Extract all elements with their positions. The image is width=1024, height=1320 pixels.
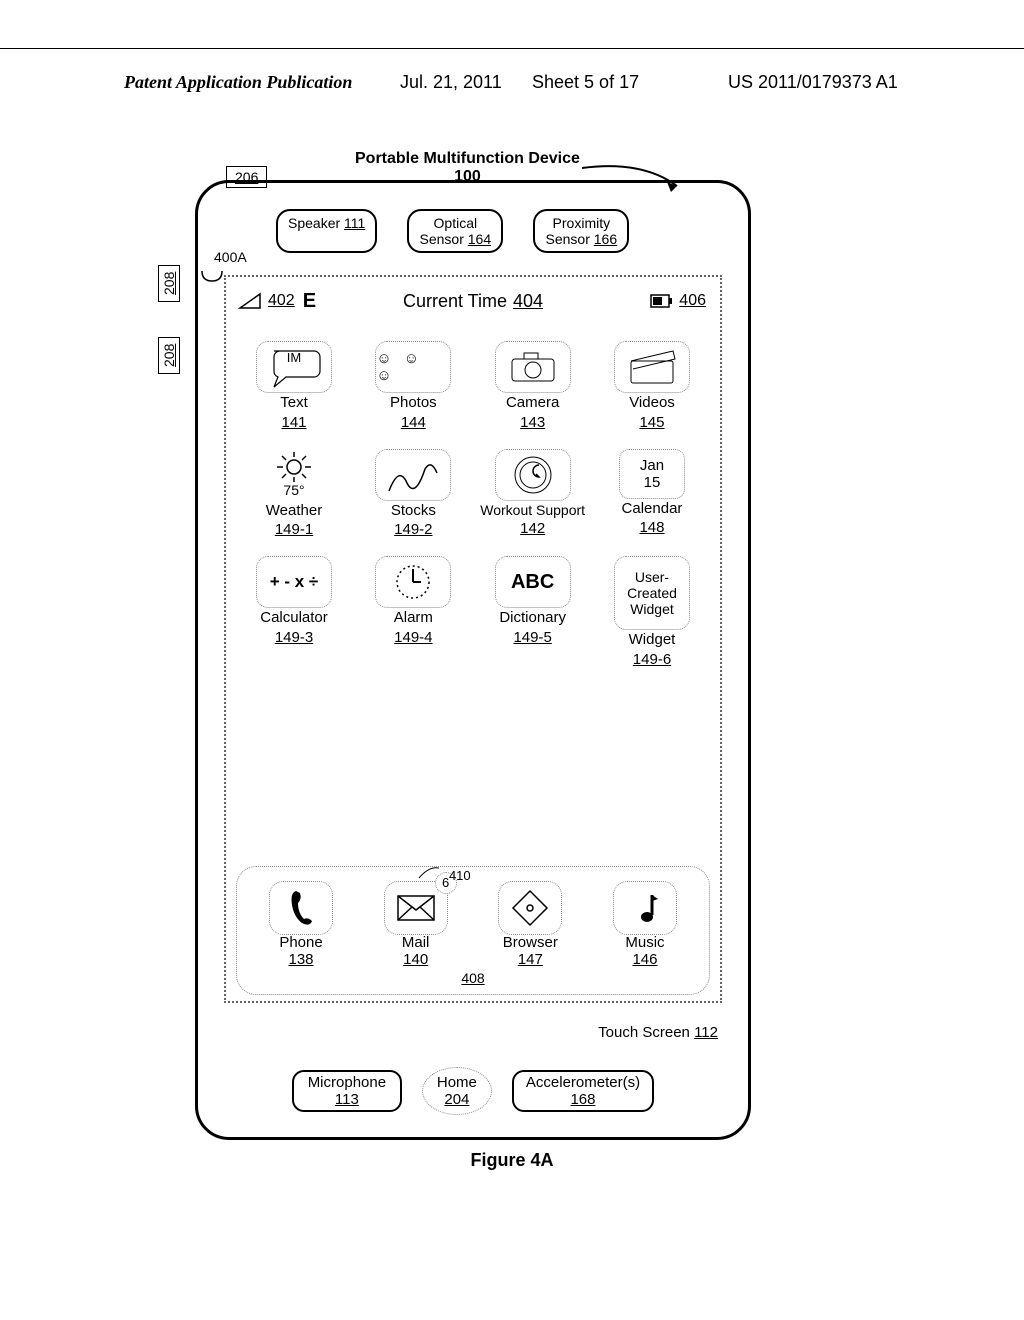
home-button[interactable]: Home204 bbox=[422, 1067, 492, 1115]
touch-screen-label: Touch Screen 112 bbox=[598, 1024, 718, 1041]
app-alarm[interactable]: Alarm 149-4 bbox=[359, 556, 467, 668]
dock-mail[interactable]: 6 410 Mail 140 bbox=[366, 881, 466, 969]
status-bar: 402 E Current Time 404 406 bbox=[236, 285, 710, 317]
dock-browser[interactable]: Browser 147 bbox=[480, 881, 580, 969]
ref-404: 404 bbox=[513, 291, 543, 312]
dock-row: Phone 138 6 410 Mail 140 B bbox=[251, 881, 695, 969]
abc-icon: ABC bbox=[495, 556, 571, 608]
app-calculator[interactable]: + - x ÷ Calculator 149-3 bbox=[240, 556, 348, 668]
proximity-sensor-label: ProximitySensor 166 bbox=[533, 209, 629, 253]
speaker-label: Speaker 111 bbox=[276, 209, 377, 253]
mail-icon: 6 410 bbox=[384, 881, 448, 935]
pub-number: US 2011/0179373 A1 bbox=[728, 72, 898, 93]
app-dictionary[interactable]: ABC Dictionary 149-5 bbox=[479, 556, 587, 668]
ref-400A: 400A bbox=[214, 249, 247, 265]
app-calendar[interactable]: Jan 15 Calendar 148 bbox=[598, 449, 706, 539]
brace-400A bbox=[198, 271, 226, 283]
clock-icon bbox=[375, 556, 451, 608]
app-workout[interactable]: Workout Support 142 bbox=[479, 449, 587, 539]
app-photos[interactable]: ☺ ☺ ☺ Photos 144 bbox=[359, 341, 467, 431]
calculator-icon: + - x ÷ bbox=[256, 556, 332, 608]
app-user-widget[interactable]: User- Created Widget Widget 149-6 bbox=[598, 556, 706, 668]
pub-date: Jul. 21, 2011 bbox=[400, 72, 502, 93]
ref-402: 402 bbox=[268, 292, 295, 310]
top-sensor-row: Speaker 111 OpticalSensor 164 ProximityS… bbox=[276, 209, 629, 253]
dock-music[interactable]: Music 146 bbox=[595, 881, 695, 969]
device-frame: Speaker 111 OpticalSensor 164 ProximityS… bbox=[195, 180, 751, 1140]
user-widget-icon: User- Created Widget bbox=[614, 556, 690, 630]
workout-icon bbox=[495, 449, 571, 501]
app-weather[interactable]: 75° Weather 149-1 bbox=[240, 449, 348, 539]
ref-406: 406 bbox=[679, 292, 706, 310]
patent-page: Patent Application Publication Jul. 21, … bbox=[0, 0, 1024, 1320]
calendar-box-icon: Jan 15 bbox=[619, 449, 685, 499]
ref-208-top: 208 bbox=[158, 265, 180, 302]
figure-caption: Figure 4A bbox=[0, 1150, 1024, 1171]
status-right: 406 bbox=[651, 292, 706, 310]
dock-phone[interactable]: Phone 138 bbox=[251, 881, 351, 969]
app-row-3: + - x ÷ Calculator 149-3 Alarm 149-4 ABC… bbox=[240, 556, 706, 668]
carrier-label: E bbox=[303, 290, 316, 313]
bottom-hardware-row: Microphone113 Home204 Accelerometer(s)16… bbox=[198, 1067, 748, 1115]
battery-icon bbox=[651, 295, 673, 307]
current-time-label: Current Time bbox=[403, 291, 507, 312]
ref-408: 408 bbox=[461, 970, 484, 986]
phone-icon bbox=[269, 881, 333, 935]
photos-icon: ☺ ☺ ☺ bbox=[375, 341, 451, 393]
compass-icon bbox=[498, 881, 562, 935]
camera-icon bbox=[495, 341, 571, 393]
status-left: 402 E bbox=[240, 290, 316, 313]
app-stocks[interactable]: Stocks 149-2 bbox=[359, 449, 467, 539]
lead-410: 410 bbox=[419, 864, 471, 883]
figure-title: Portable Multifunction Device bbox=[355, 150, 580, 168]
microphone-label: Microphone113 bbox=[292, 1070, 402, 1112]
pub-type: Patent Application Publication bbox=[124, 72, 352, 93]
status-mid: Current Time 404 bbox=[403, 291, 543, 312]
videos-icon bbox=[614, 341, 690, 393]
signal-icon bbox=[240, 294, 260, 308]
app-camera[interactable]: Camera 143 bbox=[479, 341, 587, 431]
touch-screen-area[interactable]: 402 E Current Time 404 406 bbox=[224, 275, 722, 1003]
accelerometer-label: Accelerometer(s)168 bbox=[512, 1070, 654, 1112]
optical-sensor-label: OpticalSensor 164 bbox=[407, 209, 503, 253]
app-videos[interactable]: Videos 145 bbox=[598, 341, 706, 431]
stocks-icon bbox=[375, 449, 451, 501]
app-row-2: 75° Weather 149-1 Stocks 149-2 Workout S… bbox=[240, 449, 706, 539]
ref-208-bottom: 208 bbox=[158, 337, 180, 374]
sun-icon: 75° bbox=[256, 449, 332, 501]
header-separator bbox=[0, 48, 1024, 49]
im-bubble-icon: IM bbox=[256, 341, 332, 393]
dock-tray: Phone 138 6 410 Mail 140 B bbox=[236, 866, 710, 996]
sheet-number: Sheet 5 of 17 bbox=[532, 72, 639, 93]
app-row-1: IM Text 141 ☺ ☺ ☺ Photos 144 Camera 143 bbox=[240, 341, 706, 431]
app-grid: IM Text 141 ☺ ☺ ☺ Photos 144 Camera 143 bbox=[236, 341, 710, 668]
app-text[interactable]: IM Text 141 bbox=[240, 341, 348, 431]
music-icon bbox=[613, 881, 677, 935]
